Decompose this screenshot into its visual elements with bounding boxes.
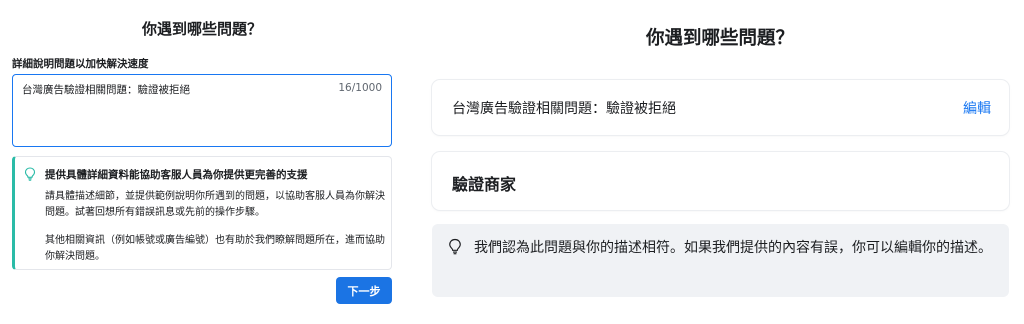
- right-panel: 你遇到哪些問題？ 台灣廣告驗證相關問題：驗證被拒絕 編輯 驗證商家 我們認為此問…: [420, 0, 1024, 324]
- tip-paragraph-2: 其他相關資訊（例如帳號或廣告編號）也有助於我們瞭解問題所在，進而協助你解決問題。: [45, 235, 385, 262]
- note-text: 我們認為此問題與你的描述相符。如果我們提供的內容有誤，你可以編輯你的描述。: [474, 240, 992, 256]
- tip-box: 提供具體詳細資料能協助客服人員為你提供更完善的支援 請具體描述細節，並提供範例說…: [12, 156, 392, 270]
- char-counter: 16/1000: [338, 82, 382, 94]
- issue-card: 台灣廣告驗證相關問題：驗證被拒絕 編輯: [432, 80, 1009, 135]
- category-text: 驗證商家: [452, 175, 517, 194]
- summary-title: 你遇到哪些問題？: [645, 28, 794, 49]
- tip-paragraph-1: 請具體描述細節，並提供範例說明你所遇到的問題，以協助客服人員為你解決問題。試著回…: [45, 191, 385, 218]
- next-button[interactable]: 下一步: [336, 277, 392, 304]
- description-textarea[interactable]: 台灣廣告驗證相關問題：驗證被拒絕 16/1000: [12, 74, 392, 147]
- lightbulb-icon: [24, 167, 36, 181]
- category-card[interactable]: 驗證商家: [432, 152, 1009, 210]
- description-value[interactable]: 台灣廣告驗證相關問題：驗證被拒絕: [22, 82, 190, 97]
- left-panel: 你遇到哪些問題？ 詳細說明問題以加快解決速度 台灣廣告驗證相關問題：驗證被拒絕 …: [0, 0, 404, 324]
- issue-text: 台灣廣告驗證相關問題：驗證被拒絕: [452, 101, 676, 117]
- page-title: 你遇到哪些問題？: [141, 20, 262, 38]
- edit-link[interactable]: 編輯: [963, 98, 991, 118]
- description-field-label: 詳細說明問題以加快解決速度: [12, 58, 149, 70]
- match-note: 我們認為此問題與你的描述相符。如果我們提供的內容有誤，你可以編輯你的描述。: [432, 224, 1009, 297]
- lightbulb-icon: [449, 238, 461, 255]
- tip-title: 提供具體詳細資料能協助客服人員為你提供更完善的支援: [45, 169, 308, 181]
